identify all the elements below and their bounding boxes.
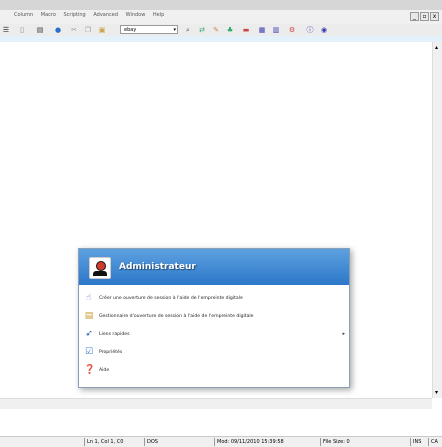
minimize-button[interactable]: _ <box>410 12 419 21</box>
menu-macro[interactable]: Macro <box>41 12 56 18</box>
user-popup-menu: Administrateur ☝ Créer une ouverture de … <box>78 248 350 388</box>
cut-icon[interactable]: ✂ <box>70 26 78 34</box>
popup-header: Administrateur <box>79 249 349 285</box>
menu-item-create-fingerprint-logon[interactable]: ☝ Créer une ouverture de session à l'aid… <box>79 289 349 307</box>
replace-in-files-icon[interactable]: ♣ <box>226 26 234 34</box>
restore-button[interactable]: ▫ <box>420 12 429 21</box>
status-format: DOS <box>144 438 207 446</box>
menu-item-label: Liens rapides <box>99 331 130 337</box>
vertical-scrollbar[interactable]: ▴ ▾ <box>432 42 442 398</box>
search-combo-value: ebay <box>124 27 137 33</box>
color-icon[interactable]: ◉ <box>320 26 328 34</box>
menu-advanced[interactable]: Advanced <box>93 12 118 18</box>
settings-icon[interactable]: ⚙ <box>288 26 296 34</box>
help-icon: ❓ <box>84 365 96 375</box>
status-position: Ln 1, Col 1, C0 <box>84 438 145 446</box>
menu-column[interactable]: Column <box>14 12 33 18</box>
status-filesize: File Size: 0 <box>320 438 383 446</box>
find-icon[interactable]: ⌕ <box>184 26 192 34</box>
menu-item-label: Gestionnaire d'ouverture de session à l'… <box>99 313 254 319</box>
menu-window[interactable]: Window <box>126 12 146 18</box>
status-modified: Mod: 09/11/2010 15:39:58 <box>214 438 307 446</box>
title-bar <box>0 0 442 10</box>
avatar-body <box>93 271 107 276</box>
find-in-files-icon[interactable]: ✎ <box>212 26 220 34</box>
properties-icon: ☑ <box>84 347 94 357</box>
window-icon[interactable]: ▥ <box>272 26 280 34</box>
horizontal-scrollbar[interactable] <box>0 398 432 409</box>
avatar-head <box>96 261 106 271</box>
menu-item-label: Aide <box>99 367 110 373</box>
info-icon[interactable]: ⓘ <box>306 26 314 34</box>
search-combo[interactable]: ebay ▾ <box>120 25 178 34</box>
menu-item-properties[interactable]: ☑ Propriétés <box>79 343 349 361</box>
copy-icon[interactable]: ❐ <box>84 26 92 34</box>
menu-item-quick-links[interactable]: ➶ Liens rapides ▸ <box>79 325 349 343</box>
replace-icon[interactable]: ⇄ <box>198 26 206 34</box>
menu-item-label: Propriétés <box>99 349 123 355</box>
chevron-down-icon[interactable]: ▾ <box>173 26 176 35</box>
save-icon[interactable]: ▤ <box>36 26 44 34</box>
popup-menu-list: ☝ Créer une ouverture de session à l'aid… <box>79 289 349 379</box>
menu-item-fingerprint-logon-manager[interactable]: ▤ Gestionnaire d'ouverture de session à … <box>79 307 349 325</box>
browser-icon[interactable]: ● <box>54 26 62 34</box>
menu-bar: Column Macro Scripting Advanced Window H… <box>0 10 442 25</box>
quick-links-icon: ➶ <box>85 329 93 339</box>
fingerprint-icon: ☝ <box>86 293 92 303</box>
menu-item-label: Créer une ouverture de session à l'aide … <box>99 295 243 301</box>
scroll-down-icon[interactable]: ▾ <box>435 389 438 396</box>
toolbar: ☰ ▯ ▤ ● ✂ ❐ ▣ ebay ▾ ⌕ ⇄ ✎ ♣ ▬ ▦ ▥ ⚙ ⓘ ◉ <box>0 24 442 36</box>
page-icon[interactable]: ▯ <box>18 26 26 34</box>
list-icon[interactable]: ☰ <box>2 26 10 34</box>
status-mode-2: CA <box>428 438 442 446</box>
split-icon[interactable]: ▦ <box>258 26 266 34</box>
status-bar: Ln 1, Col 1, C0 DOS Mod: 09/11/2010 15:3… <box>0 436 442 447</box>
print-icon[interactable]: ▬ <box>242 26 250 34</box>
menu-help[interactable]: Help <box>153 12 164 18</box>
avatar <box>89 257 111 279</box>
status-mode: INS <box>410 438 427 446</box>
menu-item-help[interactable]: ❓ Aide <box>79 361 349 379</box>
submenu-arrow-icon: ▸ <box>342 331 345 337</box>
menu-scripting[interactable]: Scripting <box>63 12 85 18</box>
user-name: Administrateur <box>119 262 196 272</box>
fingerprint-manager-icon: ▤ <box>84 311 94 321</box>
paste-icon[interactable]: ▣ <box>98 26 106 34</box>
close-button[interactable]: x <box>430 12 439 21</box>
scroll-up-icon[interactable]: ▴ <box>435 44 438 51</box>
